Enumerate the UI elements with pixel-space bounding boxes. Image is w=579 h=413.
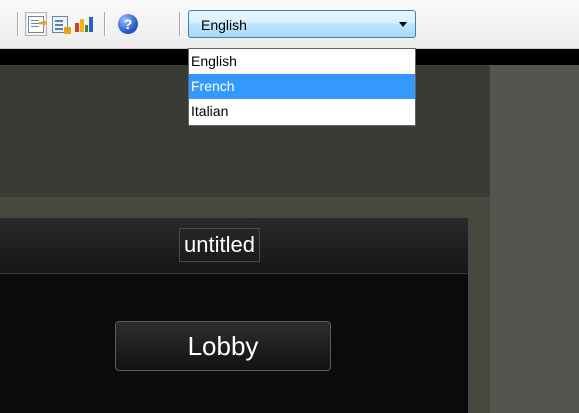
language-option-italian[interactable]: Italian — [189, 99, 415, 124]
log-button[interactable] — [50, 13, 71, 35]
log-icon — [52, 15, 71, 34]
panel-title[interactable]: untitled — [179, 228, 260, 262]
language-select[interactable]: English — [188, 10, 416, 38]
toolbar: ? English — [0, 0, 579, 49]
export-button[interactable] — [25, 12, 47, 36]
bar-chart-icon — [75, 16, 93, 32]
language-option-french[interactable]: French — [189, 74, 415, 99]
panel-body: Lobby — [0, 274, 468, 413]
language-select-value: English — [201, 17, 247, 33]
chevron-down-icon — [399, 22, 407, 27]
language-option-english[interactable]: English — [189, 49, 415, 74]
toolbar-separator — [17, 12, 18, 36]
stats-button[interactable] — [74, 13, 94, 35]
export-icon — [28, 15, 47, 33]
help-icon: ? — [118, 14, 138, 34]
right-sidebar — [490, 65, 579, 413]
lobby-button[interactable]: Lobby — [115, 321, 331, 371]
panel-header: untitled — [0, 218, 468, 274]
language-dropdown-list: English French Italian — [188, 48, 416, 126]
toolbar-separator — [179, 12, 180, 36]
toolbar-separator — [104, 12, 105, 36]
help-button[interactable]: ? — [116, 13, 140, 35]
